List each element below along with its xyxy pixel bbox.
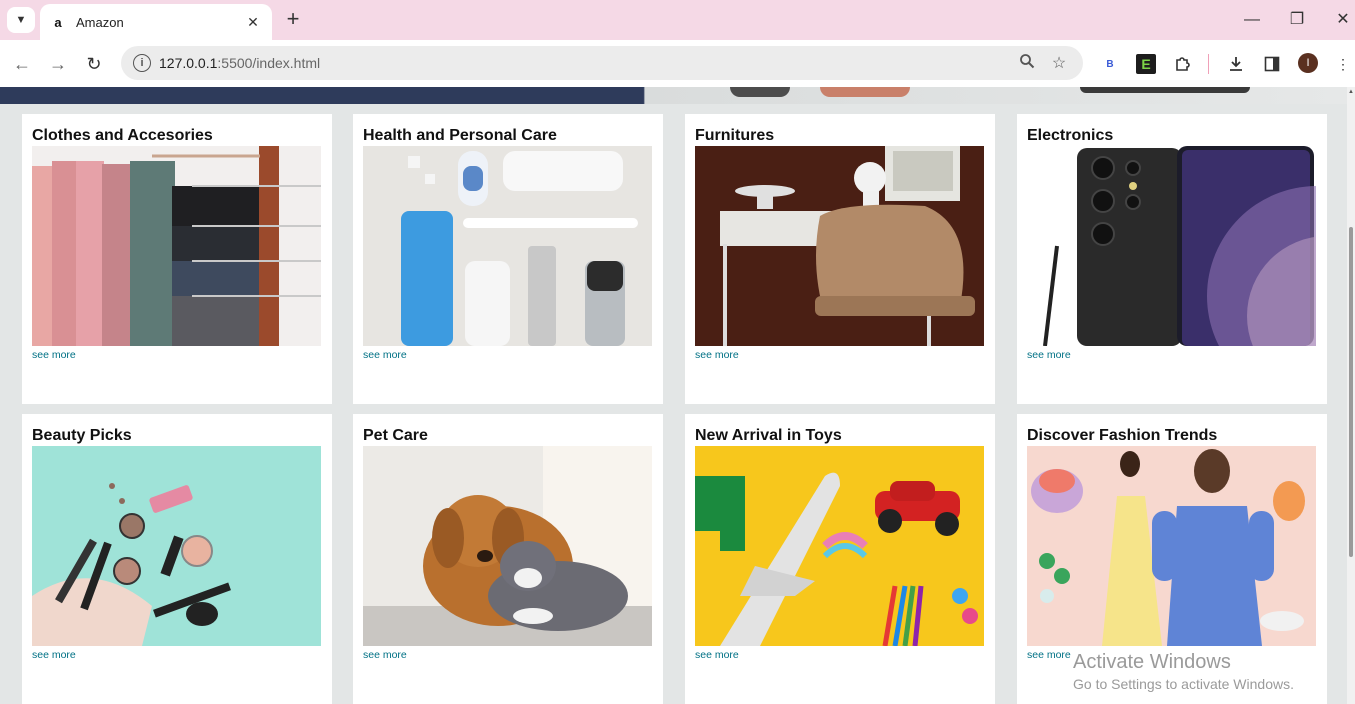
- desk-chair-image[interactable]: [695, 146, 984, 346]
- scroll-up-arrow-icon[interactable]: ▲: [1348, 89, 1354, 95]
- new-tab-plus-icon[interactable]: +: [282, 8, 304, 32]
- see-more-link[interactable]: see more: [363, 349, 653, 361]
- card-title: Health and Personal Care: [363, 127, 557, 144]
- category-card-electronics: Electronics see more: [1017, 114, 1327, 404]
- back-arrow-icon[interactable]: ←: [10, 52, 34, 76]
- side-panel-icon[interactable]: [1262, 54, 1282, 74]
- bookmark-star-icon[interactable]: ☆: [1043, 53, 1075, 73]
- see-more-link[interactable]: see more: [1027, 349, 1317, 361]
- see-more-link[interactable]: see more: [32, 649, 322, 661]
- dog-cat-image[interactable]: [363, 446, 652, 646]
- card-title: Pet Care: [363, 427, 428, 444]
- card-title: Electronics: [1027, 127, 1114, 144]
- forward-arrow-icon[interactable]: →: [46, 52, 70, 76]
- card-title: New Arrival in Toys: [695, 427, 842, 444]
- card-title: Discover Fashion Trends: [1027, 427, 1218, 444]
- tab-search-chevron-down-icon[interactable]: ▼: [7, 7, 35, 33]
- makeup-image[interactable]: [32, 446, 321, 646]
- clothes-hanger-image[interactable]: [32, 146, 321, 346]
- see-more-link[interactable]: see more: [695, 649, 985, 661]
- category-card-clothes: Clothes and Accesories see more: [22, 114, 332, 404]
- zoom-magnifier-icon[interactable]: [1011, 53, 1043, 74]
- card-title: Furnitures: [695, 127, 775, 144]
- see-more-link[interactable]: see more: [32, 349, 322, 361]
- address-bar[interactable]: i 127.0.0.1:5500/index.html ☆: [121, 46, 1083, 80]
- category-card-beauty: Beauty Picks see more: [22, 414, 332, 704]
- hero-decor-shape: [1080, 87, 1250, 93]
- toiletries-image[interactable]: [363, 146, 652, 346]
- page-content: Clothes and Accesories see more Health a…: [0, 87, 1355, 704]
- url-host: 127.0.0.1: [159, 55, 218, 71]
- category-card-pet-care: Pet Care see more: [353, 414, 663, 704]
- hero-decor-shape: [820, 87, 910, 97]
- close-tab-icon[interactable]: ✕: [244, 14, 262, 31]
- page-scrollbar[interactable]: ▲: [1347, 87, 1355, 704]
- hero-decor-shape: [730, 87, 790, 97]
- card-title: Beauty Picks: [32, 427, 132, 444]
- reload-icon[interactable]: ↻: [82, 52, 106, 76]
- url-text[interactable]: 127.0.0.1:5500/index.html: [159, 55, 1011, 71]
- browser-toolbar: ← → ↻ i 127.0.0.1:5500/index.html ☆ B E …: [0, 40, 1355, 87]
- extensions-puzzle-icon[interactable]: [1173, 54, 1193, 74]
- minimize-window-icon[interactable]: —: [1237, 8, 1267, 32]
- see-more-link[interactable]: see more: [695, 349, 985, 361]
- url-path: :5500/index.html: [217, 55, 321, 71]
- extension-b-icon[interactable]: B: [1100, 54, 1120, 74]
- toys-image[interactable]: [695, 446, 984, 646]
- scrollbar-thumb[interactable]: [1349, 227, 1353, 557]
- watermark-subtitle: Go to Settings to activate Windows.: [1073, 676, 1294, 692]
- card-title: Clothes and Accesories: [32, 127, 213, 144]
- category-card-toys: New Arrival in Toys see more: [685, 414, 995, 704]
- windows-activation-watermark: Activate Windows Go to Settings to activ…: [1073, 650, 1294, 694]
- see-more-link[interactable]: see more: [363, 649, 653, 661]
- download-icon[interactable]: [1226, 54, 1246, 74]
- close-window-icon[interactable]: ✕: [1328, 8, 1355, 32]
- restore-window-icon[interactable]: ❐: [1282, 8, 1312, 32]
- watermark-title: Activate Windows: [1073, 651, 1231, 673]
- site-info-icon[interactable]: i: [133, 54, 151, 72]
- tab-title: Amazon: [76, 14, 124, 30]
- category-card-health: Health and Personal Care see more: [353, 114, 663, 404]
- hero-banner-bottom: [0, 87, 1355, 104]
- amazon-favicon-icon: a: [54, 14, 62, 30]
- extension-e-icon[interactable]: E: [1136, 54, 1156, 74]
- smartphone-image[interactable]: [1027, 146, 1316, 346]
- profile-avatar[interactable]: I: [1298, 53, 1318, 73]
- toolbar-separator: [1208, 54, 1209, 74]
- category-card-furnitures: Furnitures see more: [685, 114, 995, 404]
- browser-tab-active[interactable]: a Amazon ✕: [40, 4, 272, 40]
- kebab-menu-icon[interactable]: ⋮: [1333, 54, 1353, 74]
- fashion-models-image[interactable]: [1027, 446, 1316, 646]
- tab-bar: ▼ a Amazon ✕ + — ❐ ✕: [0, 0, 1355, 40]
